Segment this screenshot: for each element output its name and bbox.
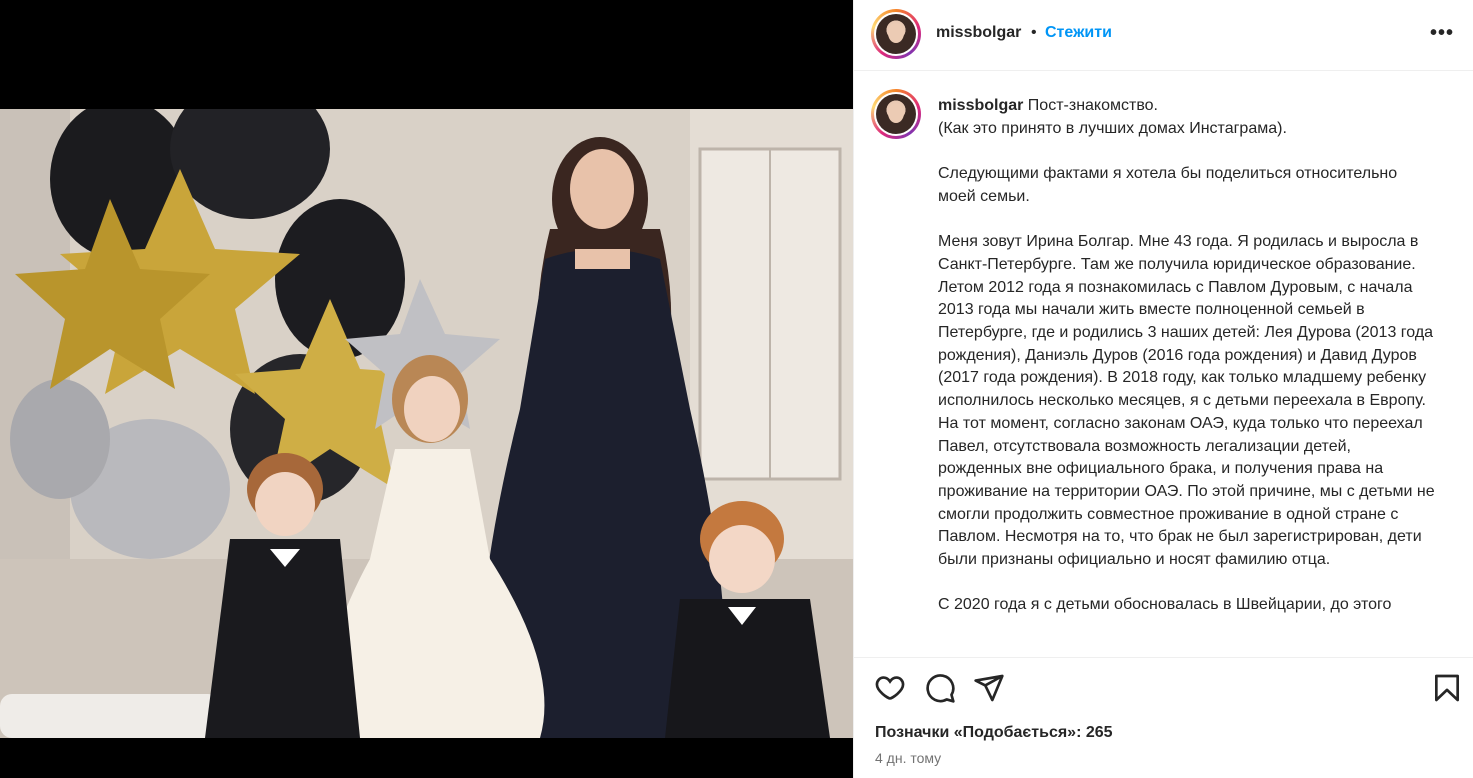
caption-text: Пост-знакомство. (Как это принято в лучш… [938,97,1435,614]
post-caption: missbolgar Пост-знакомство. (Как это при… [938,95,1438,617]
author-avatar[interactable] [871,9,921,59]
more-options-icon[interactable]: ••• [1430,22,1454,45]
post-media [0,0,853,778]
follow-button[interactable]: Стежити [1045,24,1112,42]
action-bar [854,657,1473,715]
post-side-panel: missbolgar • Стежити ••• missbolgar Пост… [853,0,1473,778]
share-icon[interactable] [973,672,1005,704]
heart-icon[interactable] [874,672,906,704]
separator-dot: • [1031,24,1037,41]
author-username[interactable]: missbolgar [936,24,1021,42]
avatar-image [876,94,916,134]
caption-username[interactable]: missbolgar [938,97,1023,114]
avatar-image [876,14,916,54]
caption-author-avatar[interactable] [871,89,921,139]
caption-section: missbolgar Пост-знакомство. (Как это при… [854,72,1473,657]
family-photo-illustration [0,109,853,738]
post-timestamp[interactable]: 4 дн. тому [875,750,941,766]
likes-count[interactable]: Позначки «Подобається»: 265 [875,724,1113,742]
bookmark-icon[interactable] [1431,672,1463,704]
post-header: missbolgar • Стежити ••• [854,0,1473,71]
post-photo[interactable] [0,109,853,738]
comment-icon[interactable] [924,672,956,704]
